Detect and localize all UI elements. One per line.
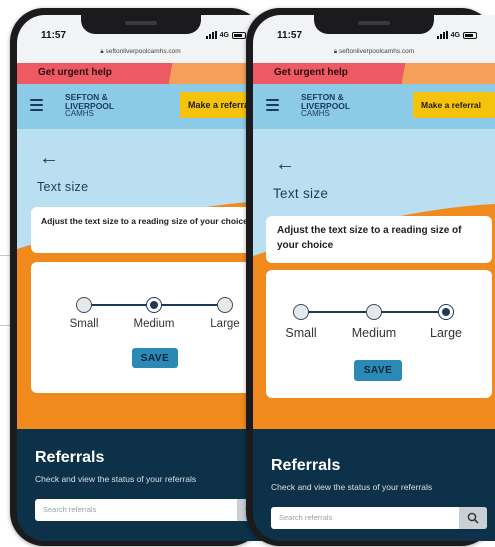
phone-notch [314,15,434,34]
size-option-small[interactable] [293,304,309,320]
page-title: Text size [37,180,89,194]
status-icons: 4G [436,31,477,39]
text-size-page: ← Text size Adjust the text size to a re… [17,129,264,541]
phone-screen: 11:57 4G 🔒︎ seftonliverpoolcamhs.com Get … [17,15,264,541]
size-option-small[interactable] [76,297,92,313]
referrals-subtitle: Check and view the status of your referr… [271,482,433,492]
logo-line-3: CAMHS [301,109,330,118]
network-label: 4G [450,31,460,39]
search-button[interactable] [459,507,487,529]
lock-icon: 🔒︎ [100,49,104,55]
save-button[interactable]: SAVE [354,360,402,381]
text-size-card: Small Medium Large SAVE [266,270,492,398]
status-bar: 11:57 4G 🔒︎ seftonliverpoolcamhs.com [17,15,264,63]
hamburger-icon[interactable] [266,99,279,111]
lock-icon: 🔒︎ [333,49,338,55]
description-card: Adjust the text size to a reading size o… [31,207,264,253]
size-option-large[interactable] [217,297,233,313]
network-label: 4G [219,31,229,39]
urgent-help-banner[interactable]: Get urgent help [253,63,495,84]
address-bar[interactable]: 🔒︎ seftonliverpoolcamhs.com [17,48,264,56]
phone-mockup-medium: 11:57 4G 🔒︎ seftonliverpoolcamhs.com Get … [10,8,264,546]
size-label-medium: Medium [351,326,397,340]
text-size-card: Small Medium Large SAVE [31,262,264,393]
battery-icon [463,31,477,39]
url-text: seftonliverpoolcamhs.com [339,48,415,55]
size-option-large[interactable] [438,304,454,320]
page-title: Text size [273,186,329,201]
search-placeholder: Search referrals [279,513,333,522]
save-button[interactable]: SAVE [132,348,178,368]
address-bar[interactable]: 🔒︎ seftonliverpoolcamhs.com [253,48,495,56]
urgent-help-banner[interactable]: Get urgent help [17,63,264,84]
search-icon [467,512,479,524]
urgent-help-label: Get urgent help [274,67,348,78]
search-referrals-field[interactable]: Search referrals [271,507,487,529]
size-option-medium[interactable] [366,304,382,320]
referrals-heading: Referrals [271,457,341,474]
phone-mockup-large: 11:57 4G 🔒︎ seftonliverpoolcamhs.com Get … [246,8,495,546]
status-time: 11:57 [277,30,303,41]
size-label-small: Small [69,318,99,330]
hamburger-icon[interactable] [30,99,43,111]
signal-icon [205,31,217,39]
referrals-heading: Referrals [35,449,105,466]
status-bar: 11:57 4G 🔒︎ seftonliverpoolcamhs.com [253,15,495,63]
status-time: 11:57 [41,30,67,41]
search-placeholder: Search referrals [43,505,97,514]
url-text: seftonliverpoolcamhs.com [105,48,181,55]
size-label-medium: Medium [133,318,175,330]
description-card: Adjust the text size to a reading size o… [266,216,492,263]
battery-icon [232,31,246,39]
size-option-medium[interactable] [146,297,162,313]
camhs-logo[interactable]: SEFTON & LIVERPOOL CAMHS [301,93,350,118]
site-header: SEFTON & LIVERPOOL CAMHS Make a referral [253,84,495,129]
logo-line-3: CAMHS [65,109,94,118]
back-arrow-icon[interactable]: ← [39,147,59,170]
back-arrow-icon[interactable]: ← [275,153,295,176]
size-label-small: Small [285,326,317,340]
size-label-large: Large [210,318,240,330]
referrals-subtitle: Check and view the status of your referr… [35,474,197,484]
urgent-help-label: Get urgent help [38,67,112,78]
search-referrals-field[interactable]: Search referrals [35,499,264,521]
phone-screen: 11:57 4G 🔒︎ seftonliverpoolcamhs.com Get … [253,15,495,541]
status-icons: 4G [205,31,246,39]
description-text: Adjust the text size to a reading size o… [277,225,462,251]
phone-notch [80,15,201,34]
camhs-logo[interactable]: SEFTON & LIVERPOOL CAMHS [65,93,114,118]
signal-icon [436,31,448,39]
make-referral-button[interactable]: Make a referral [413,92,495,118]
description-text: Adjust the text size to a reading size o… [41,216,248,226]
size-label-large: Large [430,326,462,340]
text-size-page: ← Text size Adjust the text size to a re… [253,129,495,541]
site-header: SEFTON & LIVERPOOL CAMHS Make a referral [17,84,264,129]
